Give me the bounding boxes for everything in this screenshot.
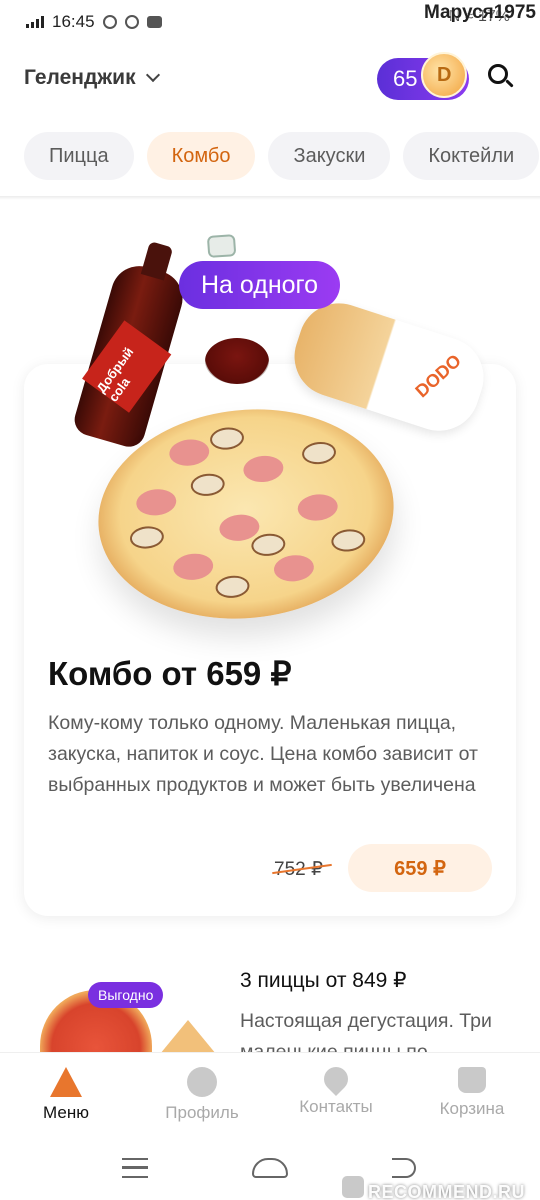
nav-cart[interactable]: Корзина	[412, 1067, 532, 1119]
promo-badge: Выгодно	[88, 982, 164, 1008]
category-tabs: Пицца Комбо Закуски Коктейли	[24, 132, 540, 180]
product-title[interactable]: 3 пиццы от 849 ₽	[240, 968, 407, 993]
bottom-nav: Меню Профиль Контакты Корзина	[0, 1052, 540, 1138]
roll-brand: DODO	[411, 350, 465, 402]
nav-contacts-label: Контакты	[299, 1097, 373, 1116]
coins-count: 65	[393, 66, 418, 91]
pizza-slice-image	[160, 1020, 216, 1054]
product-description: Настоящая дегустация. Три маленькие пицц…	[240, 1010, 492, 1052]
cola-bottle-image: Добрый cola	[70, 234, 237, 451]
chrome-icon	[124, 15, 139, 29]
signal-icon	[26, 16, 44, 28]
dodo-coins-button[interactable]: 65	[377, 52, 469, 100]
nav-menu-label: Меню	[43, 1103, 89, 1122]
city-selector[interactable]: Геленджик	[24, 66, 160, 90]
profile-icon	[187, 1067, 217, 1097]
single-person-badge: На одного	[179, 261, 341, 309]
nav-cart-label: Корзина	[439, 1099, 505, 1118]
nav-profile[interactable]: Профиль	[142, 1067, 262, 1123]
status-time: 16:45	[52, 12, 95, 31]
youtube-icon	[146, 16, 162, 28]
back-icon[interactable]	[392, 1158, 416, 1178]
status-bar: 16:45 N ≈ 17% Маруся1975	[0, 0, 540, 44]
watermark-username: Маруся1975	[424, 2, 536, 23]
bottle-label: Добрый cola	[82, 320, 172, 413]
shopping-bag-icon	[458, 1067, 486, 1093]
location-pin-icon	[319, 1062, 353, 1096]
tab-combo[interactable]: Комбо	[146, 132, 256, 180]
sauce-image	[205, 338, 269, 384]
price-button[interactable]: 659 ₽	[348, 844, 492, 892]
pizza-slice-icon	[50, 1067, 82, 1097]
app-header: Геленджик 65	[0, 52, 540, 106]
recommend-text: RECOMMEND.RU	[368, 1182, 525, 1200]
recommend-logo-icon	[342, 1176, 364, 1198]
chevron-down-icon	[145, 67, 160, 83]
search-icon[interactable]	[488, 64, 514, 90]
old-price: 752 ₽	[274, 859, 324, 880]
tab-cocktails[interactable]: Коктейли	[403, 132, 540, 180]
status-left: 16:45	[26, 12, 162, 32]
dodo-coin-icon	[421, 52, 467, 98]
recommend-watermark: RECOMMEND.RU	[342, 1176, 525, 1200]
whatsapp-icon	[102, 15, 117, 29]
nav-menu[interactable]: Меню	[6, 1067, 126, 1123]
city-name: Геленджик	[24, 66, 136, 89]
combo-description: Кому-кому только одному. Маленькая пицца…	[48, 712, 478, 796]
home-icon[interactable]	[252, 1158, 288, 1178]
combo-title: Комбо от 659 ₽	[48, 655, 292, 692]
tabs-divider	[0, 196, 540, 200]
tab-snacks[interactable]: Закуски	[268, 132, 391, 180]
tab-pizza[interactable]: Пицца	[24, 132, 134, 180]
nav-contacts[interactable]: Контакты	[276, 1062, 396, 1117]
nav-profile-label: Профиль	[165, 1103, 239, 1122]
recent-apps-icon[interactable]	[122, 1158, 148, 1178]
